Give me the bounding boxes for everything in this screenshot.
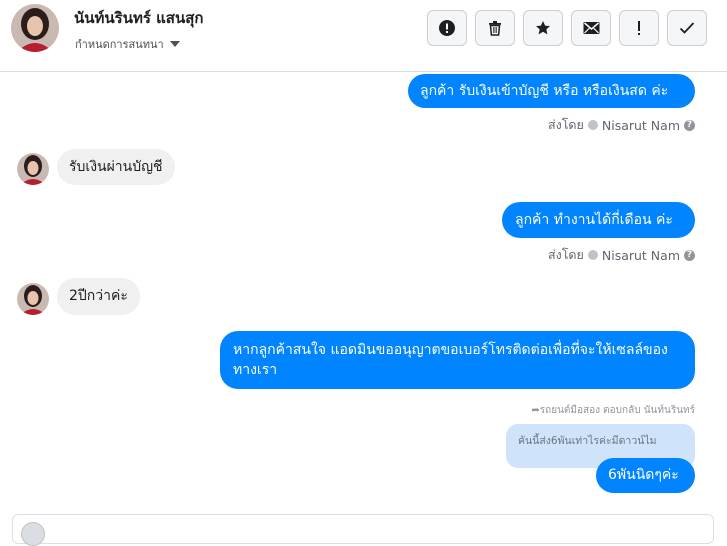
composer-area[interactable] — [12, 514, 714, 546]
message-text: หากลูกค้าสนใจ แอดมินขออนุญาตขอเบอร์โทรติ… — [233, 342, 668, 378]
conversation-status-dropdown[interactable]: กำหนดการสนทนา — [75, 35, 180, 53]
contact-avatar-small — [17, 283, 49, 315]
exclamation-icon — [638, 21, 640, 35]
sent-by-prefix: ส่งโดย — [547, 247, 584, 262]
message-text: รับเงินผ่านบัญชี — [69, 159, 163, 175]
message-text: ลูกค้า ทำงานได้กี่เดือน ค่ะ — [515, 212, 673, 228]
message-text: 2ปีกว่าค่ะ — [69, 288, 128, 304]
follow-up-button[interactable] — [619, 10, 659, 46]
exclamation-circle-icon — [439, 20, 455, 36]
mark-done-button[interactable] — [667, 10, 707, 46]
check-icon — [679, 22, 695, 34]
help-icon[interactable]: ? — [684, 119, 695, 131]
page-badge-icon — [587, 120, 598, 130]
trash-icon — [489, 21, 501, 36]
page-avatar — [21, 522, 45, 546]
help-icon[interactable]: ? — [684, 249, 695, 261]
status-label: กำหนดการสนทนา — [75, 38, 164, 51]
star-button[interactable] — [523, 10, 563, 46]
sent-by-prefix: ส่งโดย — [547, 117, 584, 132]
quoted-text: คันนี้ส่ง6พันเท่าไรค่ะมีดาวน์ไม — [518, 435, 657, 447]
contact-avatar-small — [17, 153, 49, 185]
caret-down-icon — [169, 41, 180, 47]
star-icon — [536, 21, 550, 35]
sent-by-label: ส่งโดย Nisarut Nam ? — [548, 245, 695, 265]
message-text: ลูกค้า รับเงินเข้าบัญชี หรือ หรือเงินสด … — [420, 83, 669, 99]
delete-button[interactable] — [475, 10, 515, 46]
contact-avatar[interactable] — [11, 4, 59, 52]
sent-by-label: ส่งโดย Nisarut Nam ? — [548, 115, 695, 135]
outgoing-message[interactable]: ลูกค้า ทำงานได้กี่เดือน ค่ะ — [502, 202, 695, 238]
outgoing-message[interactable]: ลูกค้า รับเงินเข้าบัญชี หรือ หรือเงินสด … — [408, 74, 695, 108]
contact-name[interactable]: นันท์นรินทร์ แสนสุก — [74, 6, 203, 30]
sender-name[interactable]: Nisarut Nam — [602, 118, 680, 133]
mark-unread-button[interactable] — [571, 10, 611, 46]
sender-name[interactable]: Nisarut Nam — [602, 248, 680, 263]
reply-context-label: ➦รถยนต์มือสอง ตอบกลับ นันท์นรินทร์ — [531, 403, 695, 418]
incoming-message[interactable]: 2ปีกว่าค่ะ — [57, 278, 140, 315]
reply-label-text: รถยนต์มือสอง ตอบกลับ นันท์นรินทร์ — [539, 405, 695, 416]
reply-arrow-icon: ➦ — [531, 405, 540, 416]
incoming-message[interactable]: รับเงินผ่านบัญชี — [57, 149, 175, 185]
envelope-icon — [583, 22, 599, 34]
message-text: 6พันนิดๆค่ะ — [608, 467, 679, 483]
conversation-header: นันท์นรินทร์ แสนสุก กำหนดการสนทนา — [0, 0, 727, 72]
page-badge-icon — [587, 250, 598, 260]
outgoing-message[interactable]: 6พันนิดๆค่ะ — [596, 458, 695, 493]
outgoing-message[interactable]: หากลูกค้าสนใจ แอดมินขออนุญาตขอเบอร์โทรติ… — [220, 331, 695, 389]
mark-spam-button[interactable] — [427, 10, 467, 46]
